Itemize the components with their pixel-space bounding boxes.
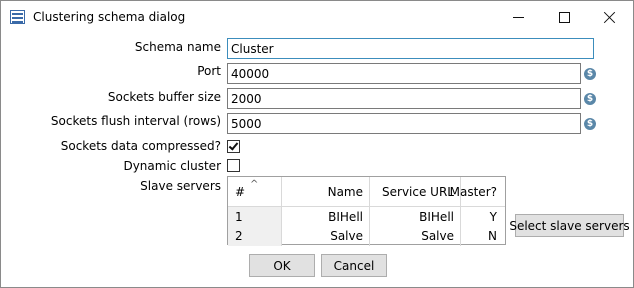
table-row[interactable]: 1 BIHell BIHell Y: [228, 207, 505, 227]
select-slave-servers-button[interactable]: Select slave servers: [509, 214, 630, 237]
minimize-icon: [512, 16, 524, 18]
sockets-buffer-size-label: Sockets buffer size: [107, 90, 221, 104]
variable-icon[interactable]: $: [584, 68, 596, 80]
cell-name[interactable]: Salve: [282, 226, 370, 246]
check-icon: [228, 140, 239, 151]
row-number: 2: [228, 226, 282, 246]
title-bar[interactable]: Clustering schema dialog: [1, 1, 633, 33]
cancel-button[interactable]: Cancel: [321, 254, 387, 277]
sockets-flush-interval-label: Sockets flush interval (rows): [50, 114, 221, 128]
variable-icon[interactable]: $: [584, 118, 596, 130]
sockets-data-compressed-checkbox[interactable]: [227, 140, 240, 153]
cell-service-url[interactable]: Salve: [370, 226, 461, 246]
cell-service-url[interactable]: BIHell: [370, 207, 461, 227]
column-header-number[interactable]: # ^: [228, 177, 282, 207]
table-header-row: # ^ Name Service URL Master?: [228, 177, 505, 207]
slave-servers-label: Slave servers: [140, 179, 221, 193]
maximize-icon: [558, 11, 570, 23]
slave-servers-table: # ^ Name Service URL Master? 1 BIHell BI…: [227, 176, 506, 246]
row-number: 1: [228, 207, 282, 227]
close-button[interactable]: [587, 1, 633, 33]
cell-master[interactable]: Y: [461, 207, 505, 227]
maximize-button[interactable]: [541, 1, 587, 33]
cell-name[interactable]: BIHell: [282, 207, 370, 227]
column-header-label: #: [235, 184, 246, 199]
close-icon: [604, 11, 616, 23]
dynamic-cluster-checkbox[interactable]: [227, 159, 240, 172]
table-row[interactable]: 2 Salve Salve N: [228, 226, 505, 246]
column-header-master[interactable]: Master?: [450, 177, 505, 207]
schema-name-label: Schema name: [134, 40, 221, 54]
sockets-data-compressed-label: Sockets data compressed?: [60, 139, 221, 153]
port-input[interactable]: [227, 63, 581, 84]
column-header-name[interactable]: Name: [282, 177, 370, 207]
column-header-service-url[interactable]: Service URL: [370, 177, 461, 207]
cell-master[interactable]: N: [461, 226, 505, 246]
sockets-flush-interval-input[interactable]: [227, 113, 581, 134]
sockets-buffer-size-input[interactable]: [227, 88, 581, 109]
sort-ascending-icon: ^: [250, 179, 259, 190]
ok-button[interactable]: OK: [249, 254, 315, 277]
clustering-schema-dialog: Clustering schema dialog Schema name Por…: [0, 0, 634, 288]
table-icon: [10, 10, 25, 24]
minimize-button[interactable]: [495, 1, 541, 33]
port-label: Port: [197, 64, 221, 78]
variable-icon[interactable]: $: [584, 93, 596, 105]
window-title: Clustering schema dialog: [33, 10, 186, 24]
schema-name-input[interactable]: [227, 38, 594, 59]
dynamic-cluster-label: Dynamic cluster: [123, 159, 221, 173]
